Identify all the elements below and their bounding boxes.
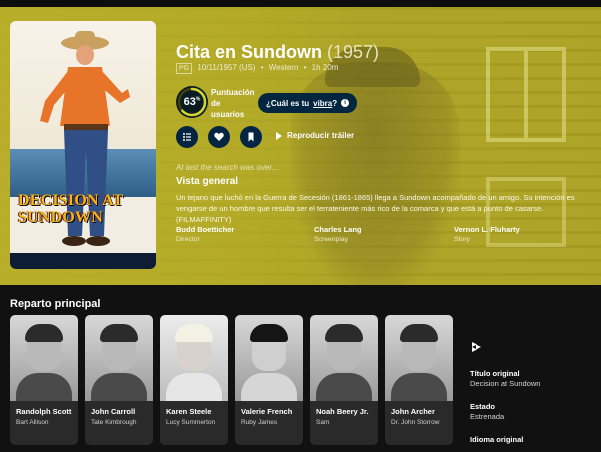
cast-photo xyxy=(85,315,153,401)
list-icon xyxy=(183,133,191,141)
cast-character: Sam xyxy=(316,419,330,426)
cast-character: Dr. John Storrow xyxy=(391,419,440,426)
favorite-button[interactable] xyxy=(208,126,230,148)
crew-role: Screenplay xyxy=(314,236,349,243)
movie-year: (1957) xyxy=(327,42,380,62)
photo-hair xyxy=(250,324,288,342)
cast-photo xyxy=(310,315,378,401)
backdrop-window xyxy=(486,47,566,142)
cast-character: Bart Allison xyxy=(16,419,49,426)
separator-dot: • xyxy=(260,63,264,72)
movie-poster[interactable]: DECISION AT SUNDOWN xyxy=(10,21,156,269)
release-date: 10/11/1957 (US) xyxy=(197,63,256,72)
original-language-label: Idioma original xyxy=(470,435,524,444)
photo-body xyxy=(166,373,222,401)
cast-name[interactable]: Karen Steele xyxy=(166,407,226,416)
crew-role: Story xyxy=(454,236,470,243)
cast-name[interactable]: Noah Beery Jr. xyxy=(316,407,376,416)
score-value: 63% xyxy=(184,96,201,108)
poster-title-line2: SUNDOWN xyxy=(18,209,103,226)
original-language-fact: Idioma original xyxy=(470,435,523,445)
justwatch-icon[interactable] xyxy=(472,342,484,352)
cast-card[interactable]: Karen Steele Lucy Summerton xyxy=(160,315,228,445)
cast-card[interactable]: John Carroll Tate Kimbrough xyxy=(85,315,153,445)
vibe-suffix: ? xyxy=(332,98,338,108)
cast-card[interactable]: John Archer Dr. John Storrow xyxy=(385,315,453,445)
bookmark-icon xyxy=(248,132,254,142)
score-number: 63 xyxy=(183,96,196,108)
crew-role: Director xyxy=(176,236,200,243)
photo-body xyxy=(91,373,147,401)
cast-card[interactable]: Valerie French Ruby James xyxy=(235,315,303,445)
cast-name[interactable]: John Archer xyxy=(391,407,451,416)
add-to-list-button[interactable] xyxy=(176,126,198,148)
photo-body xyxy=(241,373,297,401)
photo-hair xyxy=(175,324,213,342)
status-label: Estado xyxy=(470,402,496,411)
original-title-value: Decision at Sundown xyxy=(470,379,541,388)
cast-character: Ruby James xyxy=(241,419,278,426)
vibe-button[interactable]: ¿Cuál es tu vibra? i xyxy=(258,93,358,113)
photo-body xyxy=(316,373,372,401)
top-navigation-bar xyxy=(0,0,601,7)
overview-heading: Vista general xyxy=(176,176,239,187)
heart-icon xyxy=(214,132,224,141)
cast-photo xyxy=(160,315,228,401)
cast-character: Tate Kimbrough xyxy=(91,419,137,426)
watchlist-button[interactable] xyxy=(240,126,262,148)
tagline: At last the search was over... xyxy=(176,163,279,172)
separator-dot: • xyxy=(303,63,307,72)
score-label-line1: Puntuación xyxy=(211,88,255,97)
crew-name[interactable]: Vernon L. Fluharty xyxy=(454,225,520,235)
cast-photo xyxy=(385,315,453,401)
runtime: 1h 20m xyxy=(311,63,339,72)
play-trailer-label: Reproducir tráiler xyxy=(287,131,355,140)
photo-hair xyxy=(325,324,363,342)
vibe-link[interactable]: vibra xyxy=(313,99,332,108)
user-score-chart[interactable]: 63% xyxy=(176,86,208,118)
poster-title-line1: DECISION AT xyxy=(18,192,124,209)
cast-card[interactable]: Noah Beery Jr. Sam xyxy=(310,315,378,445)
crew-name[interactable]: Charles Lang xyxy=(314,225,362,235)
score-unit: % xyxy=(195,96,201,103)
movie-title-text[interactable]: Cita en Sundown xyxy=(176,42,322,62)
photo-body xyxy=(391,373,447,401)
original-title-label: Título original xyxy=(470,369,520,378)
status-value: Estrenada xyxy=(470,412,505,421)
photo-hair xyxy=(25,324,63,342)
cast-name[interactable]: Randolph Scott xyxy=(16,407,76,416)
crew-name[interactable]: Budd Boetticher xyxy=(176,225,234,235)
original-title-fact: Título original Decision at Sundown xyxy=(470,369,540,389)
score-label-line3: usuarios xyxy=(211,110,245,119)
vibe-prefix: ¿Cuál es tu xyxy=(266,98,310,108)
poster-title: DECISION AT SUNDOWN xyxy=(18,179,156,239)
certification-badge: PG xyxy=(176,63,193,74)
play-trailer-button[interactable]: Reproducir tráiler xyxy=(276,131,354,140)
movie-title: Cita en Sundown (1957) xyxy=(176,42,379,63)
cast-photo xyxy=(235,315,303,401)
crew-member: Budd Boetticher Director xyxy=(176,225,234,245)
crew-member: Charles Lang Screenplay xyxy=(314,225,362,245)
status-fact: Estado Estrenada xyxy=(470,402,504,422)
poster-footer xyxy=(10,253,156,269)
play-icon xyxy=(276,131,282,140)
photo-hair xyxy=(400,324,438,342)
genre-link[interactable]: Western xyxy=(269,63,299,72)
photo-body xyxy=(16,373,72,401)
cast-photo xyxy=(10,315,78,401)
crew-member: Vernon L. Fluharty Story xyxy=(454,225,520,245)
cast-card[interactable]: Randolph Scott Bart Allison xyxy=(10,315,78,445)
overview-text: Un tejano que luchó en la Guerra de Sece… xyxy=(176,193,575,224)
photo-hair xyxy=(100,324,138,342)
score-label: Puntuación de usuarios xyxy=(211,87,256,120)
cast-name[interactable]: John Carroll xyxy=(91,407,151,416)
cast-name[interactable]: Valerie French xyxy=(241,407,301,416)
cast-heading: Reparto principal xyxy=(10,298,101,310)
info-icon[interactable]: i xyxy=(341,99,350,107)
movie-facts: PG 10/11/1957 (US) • Western • 1h 20m xyxy=(176,63,338,74)
cast-character: Lucy Summerton xyxy=(166,419,216,426)
score-label-line2: de xyxy=(211,99,221,108)
